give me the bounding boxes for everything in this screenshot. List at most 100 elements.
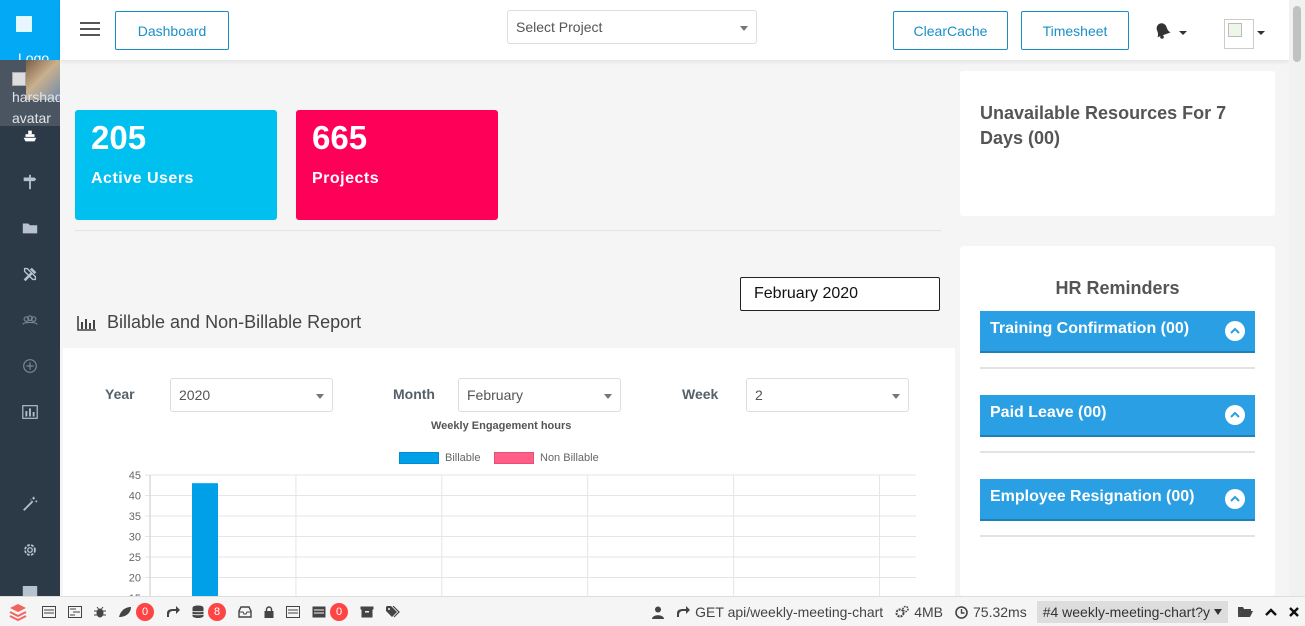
- signpost-icon[interactable]: [20, 172, 40, 192]
- broken-image-icon: [1228, 23, 1242, 37]
- notifications-dropdown[interactable]: [1153, 22, 1193, 42]
- month-picker-input[interactable]: February 2020: [740, 277, 940, 311]
- accordion-training-confirmation[interactable]: Training Confirmation (00): [980, 311, 1255, 353]
- debug-bar: 0 8 0 GET api/weekly-meeting-chart 4MB 7…: [0, 596, 1305, 626]
- request-history-select[interactable]: #4 weekly-meeting-chart?y: [1036, 601, 1228, 623]
- broken-image-icon: [16, 16, 32, 32]
- open-folder-icon[interactable]: [1232, 597, 1259, 626]
- plus-circle-icon[interactable]: [20, 356, 40, 376]
- timeline-tab[interactable]: [62, 597, 88, 626]
- user-icon[interactable]: [646, 597, 670, 626]
- share-icon: [677, 606, 691, 617]
- messages-tab[interactable]: [36, 597, 62, 626]
- cache-tab[interactable]: [354, 597, 380, 626]
- accordion-label: Paid Leave (00): [990, 404, 1107, 421]
- auth-tab[interactable]: [258, 597, 280, 626]
- accordion-body: [980, 367, 1255, 369]
- logo[interactable]: Logo: [0, 0, 60, 60]
- chevron-up-icon[interactable]: [1225, 405, 1245, 425]
- bar-chart-icon[interactable]: [20, 402, 40, 422]
- request-tab[interactable]: [280, 597, 306, 626]
- avatar-alt-line2: avatar: [12, 110, 51, 126]
- chart-panel: Year 2020 Month February Week 2 Weekly E…: [63, 348, 955, 596]
- debugbar-logo-icon[interactable]: [0, 597, 36, 626]
- chevron-up-icon[interactable]: [1225, 489, 1245, 509]
- exceptions-tab[interactable]: [88, 597, 112, 626]
- menu-toggle-icon[interactable]: [80, 22, 100, 38]
- timesheet-button[interactable]: Timesheet: [1021, 11, 1129, 50]
- hr-reminders-title: HR Reminders: [1055, 278, 1180, 298]
- projects-count: 665: [312, 119, 368, 156]
- clearcache-button[interactable]: ClearCache: [893, 11, 1008, 50]
- hr-reminders-card: HR Reminders Training Confirmation (00) …: [960, 246, 1275, 596]
- magic-wand-icon[interactable]: [20, 494, 40, 514]
- close-icon[interactable]: [1283, 597, 1305, 626]
- project-select[interactable]: Select Project: [507, 10, 757, 44]
- avatar[interactable]: harshad avatar: [0, 60, 60, 126]
- request-route[interactable]: GET api/weekly-meeting-chart: [670, 597, 889, 626]
- cogs-icon: [895, 605, 910, 618]
- request-history-value: #4 weekly-meeting-chart?y: [1042, 604, 1210, 620]
- extra-sidebar-icon[interactable]: [20, 586, 40, 596]
- memory-usage-text: 4MB: [914, 604, 943, 620]
- logs-count-badge: 0: [136, 602, 154, 621]
- dashboard-button[interactable]: Dashboard: [115, 11, 229, 50]
- y-tick-label: 20: [129, 573, 141, 585]
- bar-chart-icon: [77, 315, 96, 331]
- user-menu-caret-icon[interactable]: [1256, 30, 1266, 38]
- settings-icon[interactable]: [20, 540, 40, 560]
- y-tick-label: 40: [129, 491, 141, 503]
- tools-icon[interactable]: [20, 264, 40, 284]
- active-users-card[interactable]: 205 Active Users: [75, 110, 277, 220]
- page-scrollbar[interactable]: [1289, 0, 1305, 596]
- avatar-alt-line1: harshad: [12, 89, 60, 105]
- unavailable-resources-card: Unavailable Resources For 7 Days (00): [960, 71, 1275, 216]
- y-tick-label: 25: [129, 552, 141, 564]
- projects-card[interactable]: 665 Projects: [296, 110, 498, 220]
- events-tab[interactable]: 0: [306, 597, 354, 626]
- y-tick-label: 45: [129, 470, 141, 482]
- queries-tab[interactable]: 8: [186, 597, 232, 626]
- topbar: Dashboard Select Project ClearCache Time…: [60, 0, 1289, 60]
- accordion-body: [980, 451, 1255, 453]
- logs-tab[interactable]: 0: [112, 597, 160, 626]
- memory-usage[interactable]: 4MB: [889, 597, 949, 626]
- chart-canvas: 45403530252015: [129, 470, 916, 596]
- events-count-badge: 0: [330, 602, 348, 621]
- active-users-count: 205: [91, 119, 147, 156]
- ship-icon[interactable]: [20, 126, 40, 146]
- chevron-down-icon: [1214, 609, 1222, 615]
- request-route-text: GET api/weekly-meeting-chart: [695, 604, 884, 620]
- sidebar: Logo harshad avatar: [0, 0, 60, 626]
- user-menu[interactable]: [1224, 19, 1254, 49]
- clock-icon: [955, 605, 968, 619]
- report-title-text: Billable and Non-Billable Report: [107, 312, 362, 332]
- tags-tab[interactable]: [380, 597, 406, 626]
- routes-tab[interactable]: [160, 597, 186, 626]
- project-select-value: Select Project: [516, 19, 603, 35]
- accordion-label: Employee Resignation (00): [990, 488, 1195, 505]
- request-duration[interactable]: 75.32ms: [949, 597, 1033, 626]
- logo-alt-text: Logo: [18, 50, 50, 60]
- y-tick-label: 35: [129, 511, 141, 523]
- broken-image-icon: [12, 72, 26, 86]
- y-tick-label: 30: [129, 532, 141, 544]
- queries-count-badge: 8: [208, 602, 226, 621]
- accordion-paid-leave[interactable]: Paid Leave (00): [980, 395, 1255, 437]
- debugbar-right: GET api/weekly-meeting-chart 4MB 75.32ms…: [646, 597, 1305, 626]
- active-users-label: Active Users: [91, 170, 194, 187]
- chevron-down-icon: [740, 26, 748, 31]
- request-duration-text: 75.32ms: [973, 604, 1027, 620]
- maximize-icon[interactable]: [1259, 597, 1283, 626]
- accordion-body: [980, 535, 1255, 537]
- group-icon[interactable]: [20, 310, 40, 330]
- unavailable-resources-title: Unavailable Resources For 7 Days (00): [980, 103, 1227, 148]
- bar-billable[interactable]: [192, 483, 218, 596]
- accordion-employee-resignation[interactable]: Employee Resignation (00): [980, 479, 1255, 521]
- accordion-label: Training Confirmation (00): [990, 320, 1190, 337]
- chevron-up-icon[interactable]: [1225, 321, 1245, 341]
- mail-tab[interactable]: [232, 597, 258, 626]
- projects-label: Projects: [312, 170, 380, 187]
- report-title: Billable and Non-Billable Report: [77, 312, 361, 333]
- folder-icon[interactable]: [20, 218, 40, 238]
